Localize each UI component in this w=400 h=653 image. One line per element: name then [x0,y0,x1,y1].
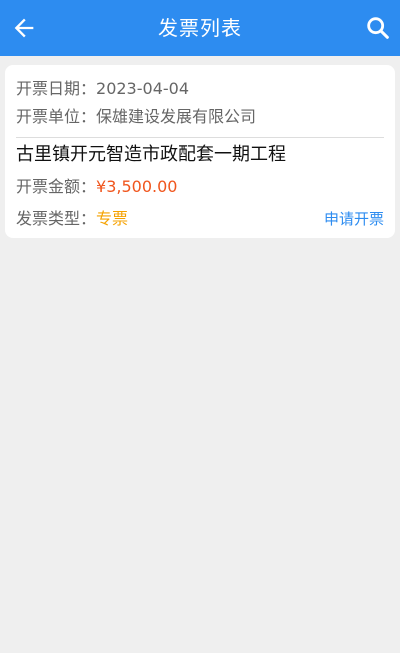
invoice-card[interactable]: 开票日期：2023-04-04 开票单位：保雄建设发展有限公司 古里镇开元智造市… [5,65,395,238]
invoice-date-value: 2023-04-04 [96,79,189,98]
invoice-amount-row: 开票金额：¥3,500.00 [16,175,384,199]
invoice-date-label: 开票日期： [16,79,97,98]
invoice-date-row: 开票日期：2023-04-04 [16,77,384,101]
invoice-list: 开票日期：2023-04-04 开票单位：保雄建设发展有限公司 古里镇开元智造市… [5,65,395,238]
invoice-amount-value: ¥3,500.00 [96,177,178,196]
app-bar: 发票列表 [0,0,400,56]
project-name: 古里镇开元智造市政配套一期工程 [16,144,286,165]
invoice-unit-row: 开票单位：保雄建设发展有限公司 [16,105,384,129]
invoice-unit-value: 保雄建设发展有限公司 [96,107,257,126]
invoice-unit-label: 开票单位： [16,107,97,126]
search-icon [367,17,389,39]
invoice-amount-label: 开票金额： [16,177,97,196]
invoice-type-row: 发票类型：专票 申请开票 [16,207,384,231]
invoice-type-label: 发票类型： [16,209,97,228]
page-title: 发票列表 [158,16,242,40]
invoice-type-value: 专票 [96,209,129,228]
apply-invoice-button[interactable]: 申请开票 [324,207,384,231]
divider [16,137,384,138]
search-button[interactable] [364,14,392,42]
